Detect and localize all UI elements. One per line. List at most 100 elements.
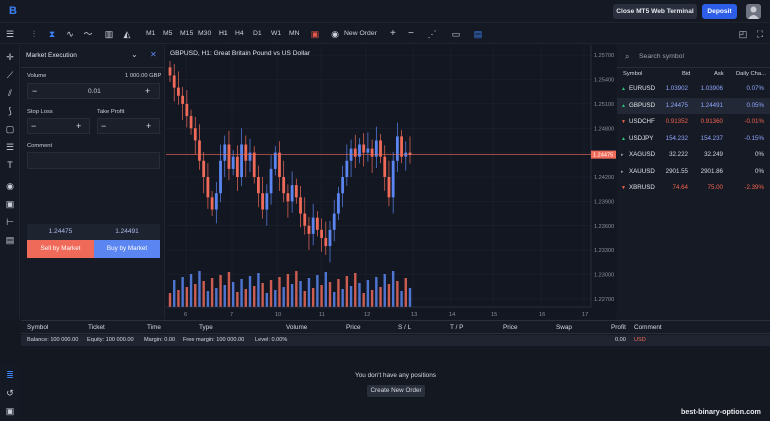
volume-plus-button[interactable]: + bbox=[145, 86, 150, 96]
volume-bar bbox=[257, 273, 260, 307]
layout-icon[interactable]: ▤ bbox=[472, 28, 484, 40]
col-symbol[interactable]: Symbol bbox=[27, 321, 48, 334]
col-ask[interactable]: Ask bbox=[714, 71, 724, 77]
volume-stepper[interactable]: − 0.01 + bbox=[27, 83, 160, 99]
search-input[interactable]: Search symbol bbox=[639, 53, 684, 60]
col-daily-change[interactable]: Daily Cha... bbox=[736, 71, 766, 77]
candle bbox=[172, 75, 176, 88]
avatar[interactable] bbox=[746, 4, 761, 19]
new-order-button[interactable]: New Order bbox=[344, 24, 377, 44]
col-comment[interactable]: Comment bbox=[634, 321, 662, 334]
watchlist-row-eurusd[interactable]: ▲ EURUSD 1.03902 1.03906 0.07% bbox=[617, 81, 770, 97]
col-symbol[interactable]: Symbol bbox=[623, 71, 642, 77]
candle bbox=[337, 193, 340, 214]
stop-loss-plus-button[interactable]: + bbox=[76, 121, 81, 131]
sell-button[interactable]: Sell by Market bbox=[27, 240, 94, 258]
chart-canvas[interactable]: 1.257001.254001.251001.248001.245001.242… bbox=[166, 45, 616, 319]
take-profit-minus-button[interactable]: − bbox=[101, 121, 106, 131]
pitchfork-icon[interactable]: ⟆ bbox=[4, 105, 16, 117]
rectangle-icon[interactable]: ▢ bbox=[4, 123, 16, 135]
timeframe-d1[interactable]: D1 bbox=[253, 24, 262, 44]
text-icon[interactable]: T bbox=[4, 159, 16, 171]
timeframe-m30[interactable]: M30 bbox=[198, 24, 211, 44]
col-type[interactable]: Type bbox=[199, 321, 213, 334]
take-profit-plus-button[interactable]: + bbox=[146, 121, 151, 131]
area-line-icon[interactable]: 〜 bbox=[82, 28, 94, 40]
volume-bar bbox=[396, 281, 399, 307]
camera-icon[interactable]: ◰ bbox=[737, 28, 749, 40]
volume-bars-icon[interactable]: ▥ bbox=[103, 28, 115, 40]
trendline-icon[interactable]: ⟋ bbox=[4, 69, 16, 81]
watchlist-row-xbrusd[interactable]: ▼ XBRUSD 74.64 75.00 -2.39% bbox=[617, 180, 770, 196]
indicators-icon[interactable]: ⋰ bbox=[426, 28, 438, 40]
volume-bar bbox=[177, 290, 180, 307]
eye-icon[interactable]: ◉ bbox=[4, 180, 16, 192]
flag-icon[interactable]: ▣ bbox=[309, 28, 321, 40]
line-chart-icon[interactable]: ∿ bbox=[64, 28, 76, 40]
timeframe-w1[interactable]: W1 bbox=[271, 24, 281, 44]
menu-icon[interactable]: ☰ bbox=[4, 28, 16, 40]
fibonacci-icon[interactable]: ☰ bbox=[4, 141, 16, 153]
empty-message: You don't have any positions bbox=[355, 372, 436, 379]
app-logo[interactable]: B bbox=[9, 5, 21, 18]
volume-bar bbox=[354, 273, 357, 307]
price-chart[interactable]: 1.257001.254001.251001.248001.245001.242… bbox=[166, 45, 616, 319]
take-profit-input[interactable]: − + bbox=[97, 118, 160, 134]
volume-minus-button[interactable]: − bbox=[32, 86, 37, 96]
col-price[interactable]: Price bbox=[346, 321, 361, 334]
col-ticket[interactable]: Ticket bbox=[88, 321, 105, 334]
watchlist-row-usdchf[interactable]: ▼ USDCHF 0.91352 0.91360 -0.01% bbox=[617, 114, 770, 130]
deposit-button[interactable]: Deposit bbox=[702, 4, 737, 19]
watchlist-row-gbpusd[interactable]: ▲ GBPUSD 1.24475 1.24491 0.05% bbox=[617, 97, 770, 114]
stop-loss-minus-button[interactable]: − bbox=[31, 121, 36, 131]
col-sl[interactable]: S / L bbox=[398, 321, 411, 334]
col-time[interactable]: Time bbox=[147, 321, 161, 334]
timeframe-mn[interactable]: MN bbox=[289, 24, 300, 44]
execution-mode-select[interactable]: Market Execution bbox=[26, 52, 77, 59]
history-icon[interactable]: ↺ bbox=[4, 387, 16, 399]
fullscreen-icon[interactable]: ⛶ bbox=[754, 28, 766, 40]
zoom-out-button[interactable]: − bbox=[408, 24, 414, 44]
channel-icon[interactable]: ⫽ bbox=[4, 87, 16, 99]
volume-bar bbox=[202, 281, 205, 307]
col-swap[interactable]: Swap bbox=[556, 321, 572, 334]
volume-bar bbox=[198, 271, 201, 307]
zoom-in-button[interactable]: + bbox=[390, 24, 396, 44]
new-order-icon[interactable]: ◉ bbox=[329, 28, 341, 40]
trash-icon[interactable]: ▤ bbox=[4, 234, 16, 246]
watchlist-row-usdjpy[interactable]: ▲ USDJPY 154.232 154.237 -0.15% bbox=[617, 131, 770, 147]
volume-bar bbox=[358, 283, 361, 307]
stop-loss-input[interactable]: − + bbox=[27, 118, 90, 134]
timeframe-m15[interactable]: M15 bbox=[180, 24, 193, 44]
watchlist-row-xagusd[interactable]: ▸ XAGUSD 32.222 32.249 0% bbox=[617, 147, 770, 163]
chevron-down-icon[interactable]: ⌄ bbox=[131, 50, 138, 59]
col-bid[interactable]: Bid bbox=[682, 71, 690, 77]
crosshair-icon[interactable]: ✛ bbox=[4, 51, 16, 63]
object-tree-icon[interactable]: ⊢ bbox=[4, 216, 16, 228]
bar-chart-icon[interactable]: ⫶ bbox=[28, 28, 40, 40]
timeframe-h1[interactable]: H1 bbox=[219, 24, 228, 44]
volume-bar bbox=[253, 286, 256, 307]
symbol-name: XAUUSD bbox=[629, 167, 655, 175]
watchlist-row-xauusd[interactable]: ▸ XAUUSD 2901.55 2901.86 0% bbox=[617, 164, 770, 180]
buy-button[interactable]: Buy by Market bbox=[94, 240, 160, 258]
volume-input[interactable]: 0.01 bbox=[88, 88, 101, 95]
screenshot-icon[interactable]: ▭ bbox=[450, 28, 462, 40]
area-chart-icon[interactable]: ◭ bbox=[121, 28, 133, 40]
timeframe-m5[interactable]: M5 bbox=[163, 24, 172, 44]
create-order-button[interactable]: Create New Order bbox=[367, 385, 425, 397]
col-current-price[interactable]: Price bbox=[503, 321, 518, 334]
comment-input[interactable] bbox=[27, 152, 160, 169]
col-profit[interactable]: Profit bbox=[611, 321, 626, 334]
timeframe-h4[interactable]: H4 bbox=[235, 24, 244, 44]
col-tp[interactable]: T / P bbox=[450, 321, 463, 334]
col-volume[interactable]: Volume bbox=[286, 321, 307, 334]
lock-icon[interactable]: ▣ bbox=[4, 198, 16, 210]
list-icon[interactable]: ≣ bbox=[4, 369, 16, 381]
close-icon[interactable]: ✕ bbox=[150, 50, 157, 59]
timeframe-m1[interactable]: M1 bbox=[146, 24, 155, 44]
close-terminal-button[interactable]: Close MT5 Web Terminal bbox=[613, 4, 697, 19]
symbol-name: USDCHF bbox=[629, 118, 655, 125]
journal-icon[interactable]: ▣ bbox=[4, 405, 16, 417]
candles-icon[interactable]: ⧗ bbox=[46, 28, 58, 40]
